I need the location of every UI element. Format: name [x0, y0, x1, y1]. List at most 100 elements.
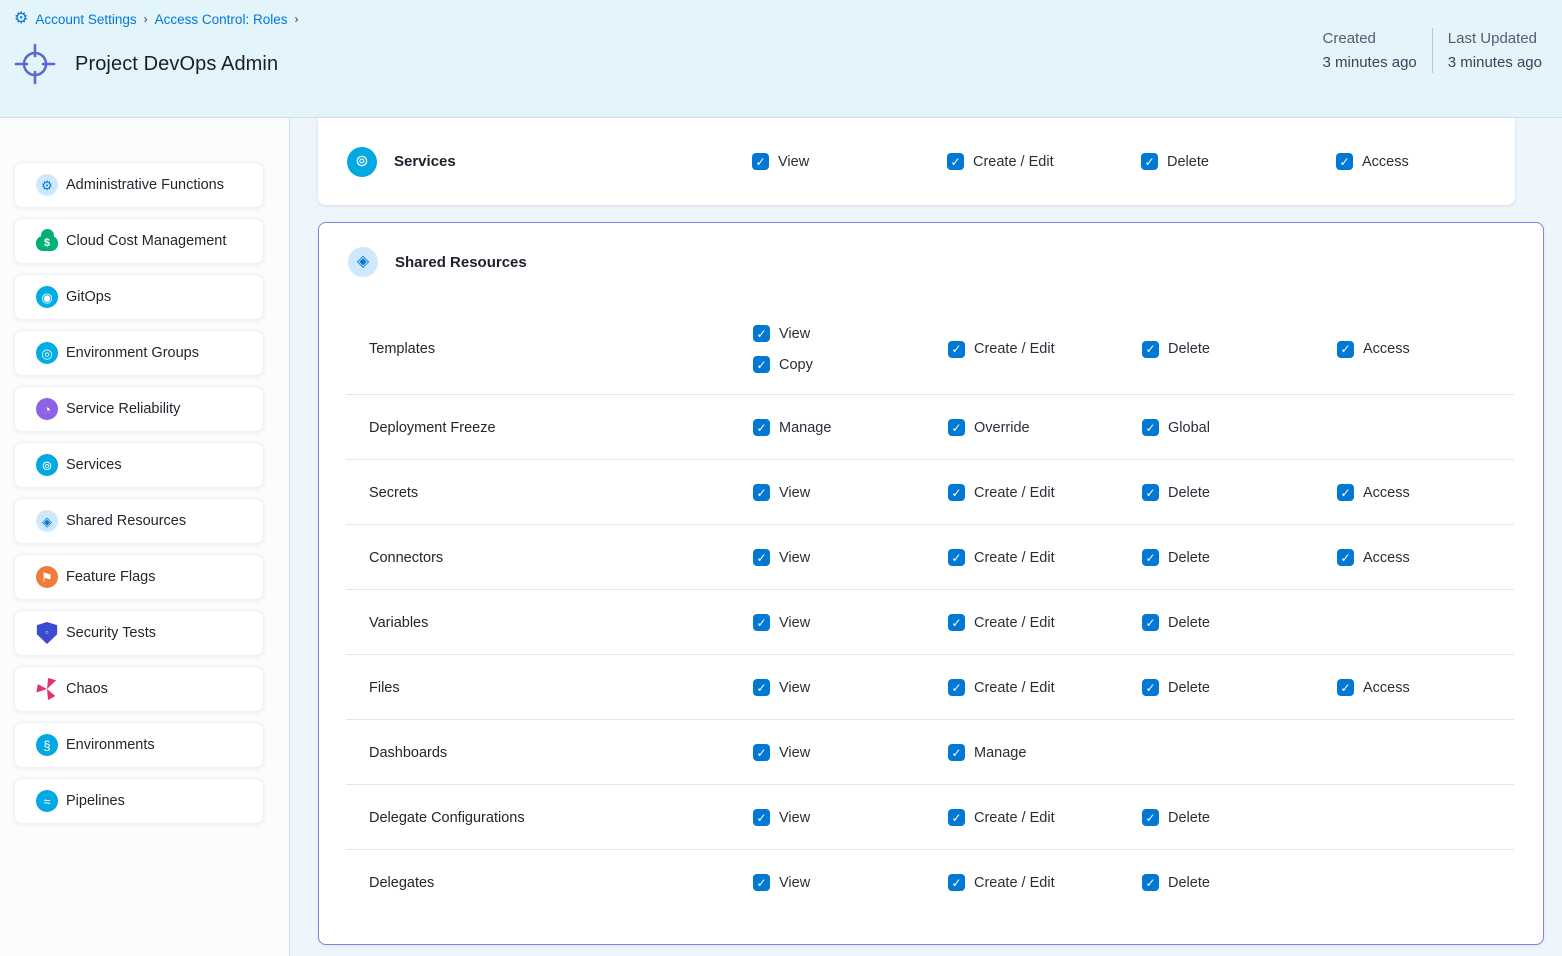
permission-label: Override — [974, 420, 1030, 436]
permission-cell: ✓Delete — [1142, 850, 1210, 915]
sidebar-item-services[interactable]: ⊚Services — [14, 442, 264, 488]
sidebar-item-feature-flags[interactable]: ⚑Feature Flags — [14, 554, 264, 600]
checkbox-delete[interactable]: ✓ — [1142, 549, 1159, 566]
permission-label: Create / Edit — [973, 154, 1054, 170]
checkbox-create-edit[interactable]: ✓ — [948, 679, 965, 696]
checkbox-create-edit[interactable]: ✓ — [948, 809, 965, 826]
checkbox-create-edit[interactable]: ✓ — [947, 153, 964, 170]
checkbox-create-edit[interactable]: ✓ — [948, 341, 965, 358]
permission-label: Access — [1363, 341, 1410, 357]
permission-cell: ✓Delete — [1142, 785, 1210, 850]
checkbox-access[interactable]: ✓ — [1337, 341, 1354, 358]
checkbox-view[interactable]: ✓ — [753, 744, 770, 761]
sidebar-item-administrative-functions[interactable]: ⚙ Administrative Functions — [14, 162, 264, 208]
permission-cell: ✓ Access — [1337, 525, 1410, 590]
permission-item-access: ✓ Access — [1337, 679, 1410, 696]
sidebar-item-gitops[interactable]: ◉GitOps — [14, 274, 264, 320]
permission-label: Copy — [779, 357, 813, 373]
checkbox-copy[interactable]: ✓ — [753, 356, 770, 373]
permission-label: View — [779, 680, 810, 696]
gear-icon: ⚙ — [36, 174, 58, 196]
checkbox-delete[interactable]: ✓ — [1142, 614, 1159, 631]
permission-cell: ✓ View — [753, 525, 810, 590]
target-crosshair-icon — [13, 42, 57, 86]
permission-cell: ✓Manage — [753, 395, 831, 460]
checkbox-delete[interactable]: ✓ — [1142, 679, 1159, 696]
sidebar-item-label: Services — [66, 457, 122, 473]
checkbox-access[interactable]: ✓ — [1336, 153, 1353, 170]
checkbox-create-edit[interactable]: ✓ — [948, 549, 965, 566]
checkbox-view[interactable]: ✓ — [753, 325, 770, 342]
permission-cell: ✓ Manage — [948, 720, 1026, 785]
permission-cell: ✓ Create / Edit — [947, 118, 1054, 205]
checkbox-view[interactable]: ✓ — [753, 549, 770, 566]
sidebar-item-cloud-cost-management[interactable]: $Cloud Cost Management — [14, 218, 264, 264]
permission-cell: ✓Create / Edit — [948, 460, 1055, 525]
checkbox-access[interactable]: ✓ — [1337, 549, 1354, 566]
breadcrumb-link-account-settings[interactable]: Account Settings — [35, 12, 136, 27]
permission-cell: ✓View✓Copy — [753, 303, 813, 395]
permission-cell: ✓View — [753, 460, 810, 525]
sidebar-item-pipelines[interactable]: ≈Pipelines — [14, 778, 264, 824]
sidebar-item-label: GitOps — [66, 289, 111, 305]
checkbox-view[interactable]: ✓ — [753, 484, 770, 501]
checkbox-create-edit[interactable]: ✓ — [948, 614, 965, 631]
permission-label: Create / Edit — [974, 810, 1055, 826]
checkbox-delete[interactable]: ✓ — [1142, 484, 1159, 501]
checkbox-create-edit[interactable]: ✓ — [948, 874, 965, 891]
sidebar-item-environments[interactable]: §Environments — [14, 722, 264, 768]
permission-item-delete: ✓Delete — [1142, 341, 1210, 358]
created-value: 3 minutes ago — [1323, 54, 1417, 71]
checkbox-view[interactable]: ✓ — [753, 809, 770, 826]
permission-cell: ✓ Create / Edit — [948, 785, 1055, 850]
permission-label: Manage — [974, 745, 1026, 761]
permission-cell: ✓ View — [753, 655, 810, 720]
resource-label: Templates — [369, 303, 435, 395]
checkbox-global[interactable]: ✓ — [1142, 419, 1159, 436]
breadcrumb-link-access-control-roles[interactable]: Access Control: Roles — [155, 12, 288, 27]
shared-resources-card-header: ◈ Shared Resources — [319, 223, 1543, 303]
checkbox-view[interactable]: ✓ — [753, 874, 770, 891]
checkbox-access[interactable]: ✓ — [1337, 484, 1354, 501]
permission-item-create-edit: ✓Create / Edit — [948, 874, 1055, 891]
permission-item-view: ✓ View — [753, 874, 810, 891]
permission-label: Access — [1363, 680, 1410, 696]
checkbox-create-edit[interactable]: ✓ — [948, 484, 965, 501]
last-updated-label: Last Updated — [1448, 30, 1542, 47]
services-hexagon-icon: ⊚ — [347, 147, 377, 177]
sidebar-item-environment-groups[interactable]: ◎Environment Groups — [14, 330, 264, 376]
services-card: ⊚ Services ✓View✓Create / Edit✓Delete✓Ac… — [318, 118, 1515, 205]
checkbox-view[interactable]: ✓ — [752, 153, 769, 170]
permission-cell: ✓Create / Edit — [948, 850, 1055, 915]
checkbox-view[interactable]: ✓ — [753, 614, 770, 631]
permission-row-deployment-freeze: Deployment Freeze✓Manage✓Override✓Global — [319, 395, 1543, 460]
sidebar-item-security-tests[interactable]: ◦Security Tests — [14, 610, 264, 656]
permission-item-manage: ✓ Manage — [948, 744, 1026, 761]
sidebar-item-chaos[interactable]: Chaos — [14, 666, 264, 712]
sidebar-item-label: Administrative Functions — [66, 177, 224, 193]
permission-label: View — [779, 875, 810, 891]
permission-cell: ✓ Delete — [1141, 118, 1209, 205]
checkbox-delete[interactable]: ✓ — [1142, 874, 1159, 891]
permission-label: Access — [1363, 550, 1410, 566]
permission-row-variables: Variables✓View✓Create / Edit✓Delete — [319, 590, 1543, 655]
checkbox-access[interactable]: ✓ — [1337, 679, 1354, 696]
checkbox-manage[interactable]: ✓ — [948, 744, 965, 761]
gear-icon: ⚙ — [14, 11, 28, 27]
permission-label: Access — [1362, 154, 1409, 170]
checkbox-manage[interactable]: ✓ — [753, 419, 770, 436]
permission-label: Delete — [1167, 154, 1209, 170]
checkbox-override[interactable]: ✓ — [948, 419, 965, 436]
checkbox-delete[interactable]: ✓ — [1142, 341, 1159, 358]
permission-label: View — [779, 550, 810, 566]
sidebar-item-label: Shared Resources — [66, 513, 186, 529]
checkbox-delete[interactable]: ✓ — [1142, 809, 1159, 826]
environment-groups-icon: ◎ — [36, 342, 58, 364]
permission-item-create-edit: ✓Create / Edit — [948, 549, 1055, 566]
sidebar-item-service-reliability[interactable]: ◔Service Reliability — [14, 386, 264, 432]
sidebar-item-shared-resources[interactable]: ◈Shared Resources — [14, 498, 264, 544]
created-label: Created — [1323, 30, 1417, 47]
checkbox-delete[interactable]: ✓ — [1141, 153, 1158, 170]
permission-cell: ✓Delete — [1142, 655, 1210, 720]
checkbox-view[interactable]: ✓ — [753, 679, 770, 696]
